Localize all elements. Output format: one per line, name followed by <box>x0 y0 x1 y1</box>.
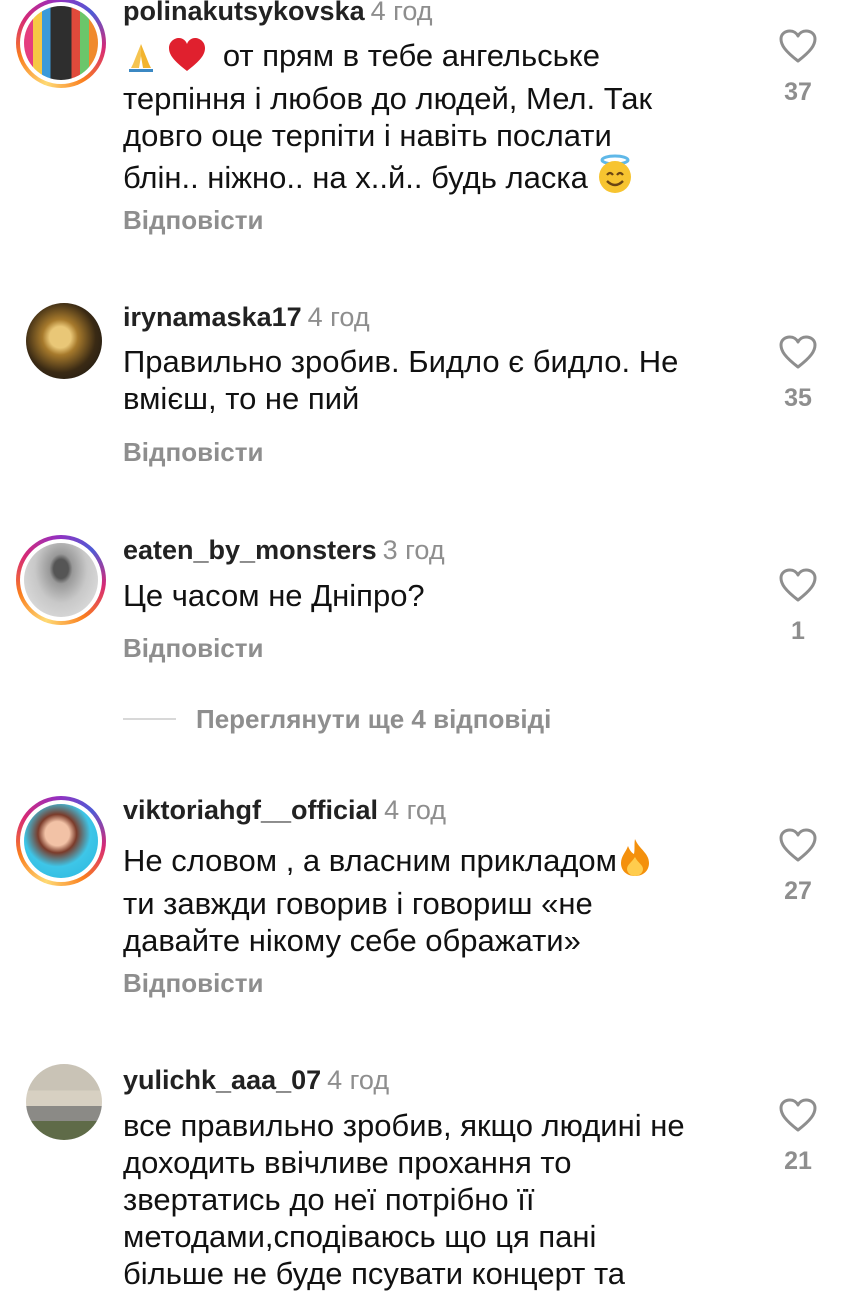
avatar-story-ring[interactable] <box>16 0 106 88</box>
avatar <box>24 804 98 878</box>
avatar-story-ring[interactable] <box>16 796 106 886</box>
comment-text: Це часом не Дніпро? <box>123 578 425 613</box>
like-count: 27 <box>784 877 812 905</box>
divider-line <box>123 718 176 720</box>
username[interactable]: eaten_by_monsters <box>123 535 377 565</box>
heart-outline-icon[interactable] <box>776 827 820 863</box>
like-control: 27 <box>776 827 820 906</box>
like-control: 21 <box>776 1097 820 1176</box>
comment-text: от прям в тебе ангельське терпіння і люб… <box>123 36 743 202</box>
reply-button[interactable]: Відповісти <box>123 205 263 236</box>
red-heart-emoji <box>168 38 206 80</box>
avatar-story-ring[interactable] <box>16 535 106 625</box>
heart-outline-icon[interactable] <box>776 567 820 603</box>
heart-outline-icon[interactable] <box>776 28 820 64</box>
timestamp: 4 год <box>384 795 447 825</box>
fire-emoji <box>617 837 653 885</box>
view-more-replies-button[interactable]: Переглянути ще 4 відповіді <box>123 701 551 737</box>
like-control: 37 <box>776 28 820 107</box>
reply-button[interactable]: Відповісти <box>123 633 263 664</box>
like-count: 21 <box>784 1147 812 1175</box>
like-count: 37 <box>784 78 812 106</box>
username[interactable]: polinakutsykovska <box>123 0 365 26</box>
heart-outline-icon[interactable] <box>776 1097 820 1133</box>
avatar <box>26 303 102 379</box>
username[interactable]: irynamaska17 <box>123 302 302 332</box>
timestamp: 4 год <box>370 0 433 26</box>
heart-outline-icon[interactable] <box>776 334 820 370</box>
timestamp: 3 год <box>382 535 445 565</box>
like-count: 35 <box>784 384 812 412</box>
avatar <box>24 6 98 80</box>
smiling-face-with-halo-emoji <box>596 154 634 202</box>
comment-text: Правильно зробив. Бидло є бидло. Не вміє… <box>123 344 679 416</box>
reply-button[interactable]: Відповісти <box>123 437 263 468</box>
reply-button[interactable]: Відповісти <box>123 968 263 999</box>
comment-text: все правильно зробив, якщо людині не дох… <box>123 1108 685 1291</box>
username[interactable]: viktoriahgf__official <box>123 795 378 825</box>
username[interactable]: yulichk_aaa_07 <box>123 1065 321 1095</box>
avatar <box>26 1064 102 1140</box>
like-count: 1 <box>791 617 805 645</box>
comment-text: Не словом , а власним прикладом ти завжд… <box>123 837 743 959</box>
view-more-replies-label: Переглянути ще 4 відповіді <box>196 703 552 734</box>
like-control: 35 <box>776 334 820 413</box>
timestamp: 4 год <box>327 1065 390 1095</box>
timestamp: 4 год <box>307 302 370 332</box>
avatar-wrap[interactable] <box>26 303 102 379</box>
like-control: 1 <box>776 567 820 646</box>
avatar-wrap[interactable] <box>26 1064 102 1140</box>
folded-hands-emoji <box>123 36 159 80</box>
avatar <box>24 543 98 617</box>
